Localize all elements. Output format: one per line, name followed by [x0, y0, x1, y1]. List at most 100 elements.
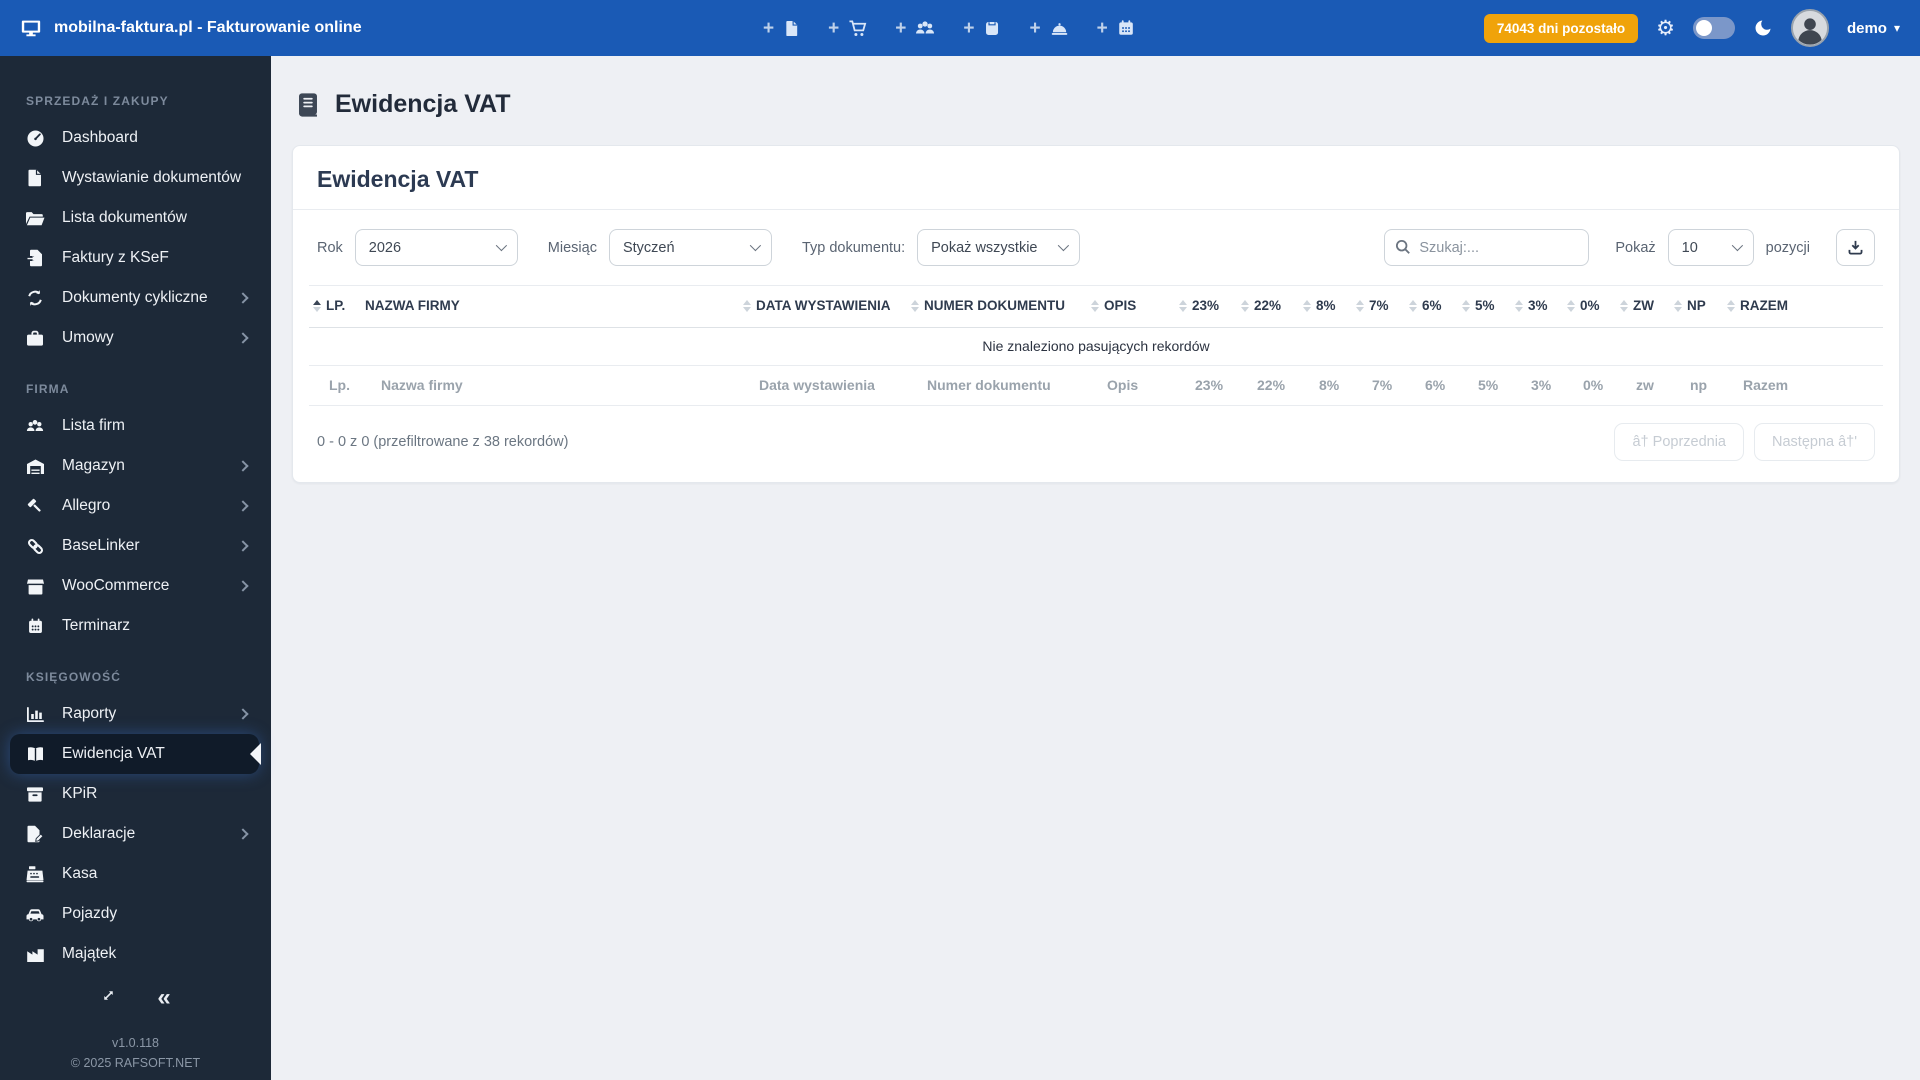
collapse-sidebar-icon[interactable]: «	[157, 986, 170, 1010]
sidebar-item-kpir[interactable]: KPiR	[0, 774, 271, 814]
card-footer: 0 - 0 z 0 (przefiltrowane z 38 rekordów)…	[293, 406, 1899, 482]
sidebar-item-pojazdy[interactable]: Pojazdy	[0, 894, 271, 934]
sidebar-item-lista-firm[interactable]: Lista firm	[0, 406, 271, 446]
sidebar-item-kasa[interactable]: Kasa	[0, 854, 271, 894]
add-document-icon	[786, 20, 798, 36]
next-page-button[interactable]: Następna â†'	[1754, 422, 1875, 461]
footer-23: 23%	[1175, 365, 1237, 406]
gear-icon[interactable]: ⚙	[1656, 18, 1675, 39]
sidebar-item-terminarz[interactable]: Terminarz	[0, 606, 271, 646]
sort-icon[interactable]	[911, 300, 919, 313]
monitor-icon	[21, 20, 41, 37]
download-button[interactable]	[1836, 229, 1875, 266]
avatar[interactable]	[1790, 9, 1829, 47]
sort-icon[interactable]	[1727, 300, 1735, 313]
card-title: Ewidencja VAT	[293, 146, 1899, 210]
page-header: Ewidencja VAT	[296, 90, 1900, 119]
sidebar-item-umowy[interactable]: Umowy	[0, 318, 271, 358]
sidebar-item-allegro[interactable]: Allegro	[0, 486, 271, 526]
page-size-select[interactable]: 10	[1667, 229, 1754, 266]
sidebar-item-ewidencja-vat[interactable]: Ewidencja VAT	[10, 734, 261, 774]
chevron-right-icon	[237, 540, 249, 552]
sidebar-item-faktury-ksef[interactable]: Faktury z KSeF	[0, 238, 271, 278]
show-label: Pokaż	[1615, 239, 1656, 256]
sort-icon[interactable]	[1179, 300, 1187, 313]
sidebar-item-label: Wystawianie dokumentów	[62, 169, 242, 186]
footer-opis: Opis	[1087, 365, 1175, 406]
col-header-zw[interactable]: ZW	[1616, 285, 1670, 328]
previous-page-button[interactable]: â† Poprzednia	[1614, 422, 1744, 461]
moon-icon[interactable]	[1753, 18, 1773, 38]
add-contractor-button[interactable]: +	[895, 18, 935, 38]
page-title: Ewidencja VAT	[335, 90, 511, 118]
chevron-down-icon	[495, 239, 507, 252]
book-icon	[299, 92, 317, 117]
cash-register-icon	[24, 865, 46, 883]
theme-toggle[interactable]	[1692, 17, 1735, 39]
add-event-icon	[1118, 20, 1133, 35]
col-header-razem[interactable]: RAZEM	[1723, 285, 1883, 328]
sidebar-item-woocommerce[interactable]: WooCommerce	[0, 566, 271, 606]
chevron-right-icon	[237, 500, 249, 512]
sidebar-item-lista-dokumentow[interactable]: Lista dokumentów	[0, 198, 271, 238]
search-box	[1384, 229, 1590, 266]
table-footer-row: Lp. Nazwa firmy Data wystawienia Numer d…	[309, 365, 1883, 406]
sort-icon[interactable]	[1462, 300, 1470, 313]
add-cart-button[interactable]: +	[828, 19, 867, 38]
user-menu[interactable]: demo ▾	[1847, 20, 1900, 37]
col-header-3[interactable]: 3%	[1511, 285, 1563, 328]
sort-icon[interactable]	[313, 300, 321, 313]
col-header-8[interactable]: 8%	[1299, 285, 1352, 328]
sidebar-item-deklaracje[interactable]: Deklaracje	[0, 814, 271, 854]
sort-icon[interactable]	[1674, 300, 1682, 313]
col-header-lp[interactable]: LP.	[309, 285, 361, 328]
col-header-7[interactable]: 7%	[1352, 285, 1405, 328]
active-item-pointer-icon	[250, 743, 261, 765]
footer-6: 6%	[1405, 365, 1458, 406]
plus-icon: +	[1096, 17, 1108, 39]
col-header-nazwa-firmy[interactable]: NAZWA FIRMY	[361, 285, 739, 328]
expand-icon[interactable]	[100, 987, 117, 1009]
sort-icon[interactable]	[743, 300, 751, 313]
add-document-button[interactable]: +	[763, 19, 800, 38]
add-event-button[interactable]: +	[1097, 19, 1135, 38]
sort-icon[interactable]	[1620, 300, 1628, 313]
sidebar-item-raporty[interactable]: Raporty	[0, 694, 271, 734]
archive-box-icon	[24, 786, 46, 803]
sort-icon[interactable]	[1567, 300, 1575, 313]
sort-icon[interactable]	[1515, 300, 1523, 313]
doc-type-select[interactable]: Pokaż wszystkie	[917, 229, 1081, 266]
sort-icon[interactable]	[1409, 300, 1417, 313]
sort-icon[interactable]	[1241, 300, 1249, 313]
search-input[interactable]	[1384, 229, 1590, 266]
sidebar-item-dokumenty-cykliczne[interactable]: Dokumenty cykliczne	[0, 278, 271, 318]
col-header-np[interactable]: NP	[1670, 285, 1723, 328]
pagination: â† Poprzednia Następna â†'	[1614, 422, 1875, 461]
footer-8: 8%	[1299, 365, 1352, 406]
trial-badge[interactable]: 74043 dni pozostało	[1483, 13, 1639, 43]
sort-icon[interactable]	[1303, 300, 1311, 313]
col-header-22[interactable]: 22%	[1237, 285, 1299, 328]
col-header-numer-dokumentu[interactable]: NUMER DOKUMENTU	[907, 285, 1087, 328]
col-header-23[interactable]: 23%	[1175, 285, 1237, 328]
sort-icon[interactable]	[1356, 300, 1364, 313]
col-header-0[interactable]: 0%	[1563, 285, 1616, 328]
sidebar-item-magazyn[interactable]: Magazyn	[0, 446, 271, 486]
month-select[interactable]: Styczeń	[608, 229, 772, 266]
col-header-opis[interactable]: OPIS	[1087, 285, 1175, 328]
folder-open-icon	[24, 210, 46, 227]
add-product-button[interactable]: +	[963, 19, 1001, 38]
col-header-5[interactable]: 5%	[1458, 285, 1511, 328]
factory-icon	[24, 946, 46, 963]
year-select[interactable]: 2026	[354, 229, 518, 266]
col-header-6[interactable]: 6%	[1405, 285, 1458, 328]
footer-0: 0%	[1563, 365, 1616, 406]
col-header-data-wystawienia[interactable]: DATA WYSTAWIENIA	[739, 285, 907, 328]
sidebar-item-baselinker[interactable]: BaseLinker	[0, 526, 271, 566]
sidebar-item-dashboard[interactable]: Dashboard	[0, 118, 271, 158]
sidebar-item-wystawianie-dokumentow[interactable]: Wystawianie dokumentów	[0, 158, 271, 198]
sort-icon[interactable]	[1091, 300, 1099, 313]
sidebar-item-majatek[interactable]: Majątek	[0, 934, 271, 974]
file-invoice-icon	[24, 169, 46, 187]
add-service-button[interactable]: +	[1029, 19, 1068, 38]
